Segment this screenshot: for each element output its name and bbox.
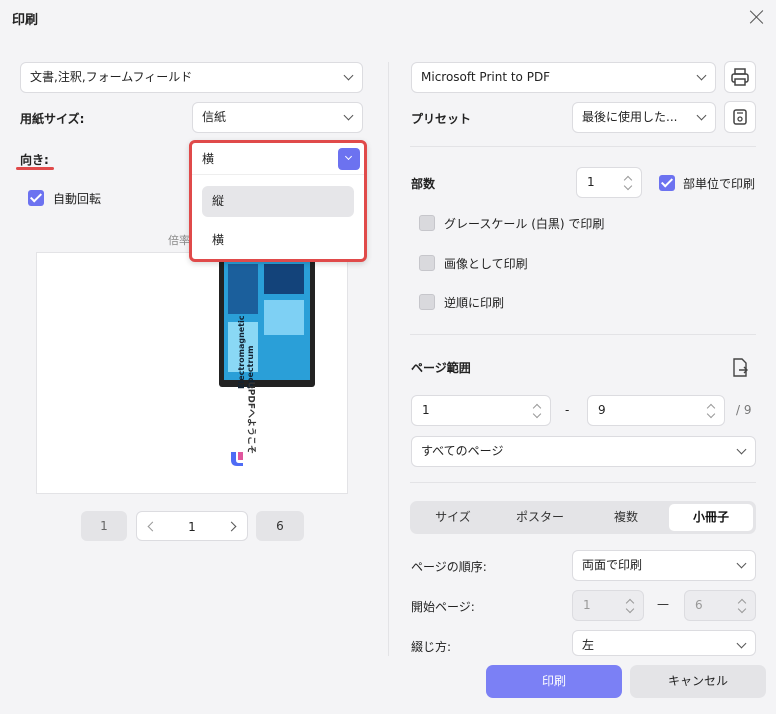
layout-tabs: サイズ ポスター 複数 小冊子: [410, 501, 756, 534]
orientation-label: 向き:: [20, 153, 49, 167]
auto-rotate-checkbox[interactable]: [28, 190, 44, 206]
pager-first[interactable]: 1: [81, 511, 127, 541]
print-as-image-label: 画像として印刷: [444, 257, 528, 271]
collate-checkbox[interactable]: [659, 175, 675, 191]
save-preset-button[interactable]: [724, 101, 756, 133]
range-total: / 9: [736, 403, 752, 417]
binding-select[interactable]: 左: [572, 630, 756, 656]
grayscale-checkbox[interactable]: [419, 215, 435, 231]
divider: [410, 482, 756, 483]
start-to-stepper[interactable]: 6: [684, 590, 756, 621]
chevron-down-icon: [737, 604, 747, 614]
preset-label: プリセット: [411, 112, 472, 126]
orientation-select[interactable]: 横: [192, 143, 364, 175]
page-order-value: 両面で印刷: [582, 558, 643, 572]
orientation-dropdown-panel: 横 縦 横: [189, 140, 367, 262]
printer-properties-button[interactable]: [724, 61, 756, 93]
reverse-order-checkbox[interactable]: [419, 294, 435, 310]
save-icon: [733, 109, 747, 125]
chevron-down-icon[interactable]: [532, 409, 542, 419]
orientation-label-underline: [16, 167, 54, 170]
orientation-option-landscape[interactable]: 横: [202, 225, 354, 256]
close-icon[interactable]: [748, 8, 766, 26]
collate-label: 部単位で印刷: [683, 177, 756, 191]
content-select[interactable]: 文書,注釈,フォームフィールド: [20, 62, 363, 93]
start-page-label: 開始ページ:: [411, 600, 475, 614]
tab-booklet[interactable]: 小冊子: [669, 504, 753, 531]
chevron-down-icon: [736, 558, 747, 569]
preview-page-image: Electromagnetic Spectrum: [224, 258, 310, 389]
preview-device-frame: Electromagnetic Spectrum: [219, 253, 315, 389]
divider: [410, 334, 756, 335]
chevron-down-icon[interactable]: [706, 409, 716, 419]
chevron-down-icon: [736, 638, 747, 649]
page-order-label: ページの順序:: [411, 560, 487, 574]
pager-last[interactable]: 6: [256, 511, 304, 541]
auto-rotate-label: 自動回転: [53, 192, 102, 206]
binding-value: 左: [582, 638, 595, 652]
paper-size-label: 用紙サイズ:: [20, 112, 85, 126]
cancel-button[interactable]: キャンセル: [630, 665, 766, 698]
orientation-value: 横: [202, 152, 215, 166]
orientation-option-portrait[interactable]: 縦: [202, 186, 354, 217]
binding-label: 綴じ方:: [411, 640, 452, 654]
chevron-down-icon: [344, 152, 353, 161]
preview-banner: Electromagnetic Spectrum: [237, 315, 255, 389]
chevron-down-icon[interactable]: [623, 181, 633, 191]
reverse-order-label: 逆順に印刷: [444, 296, 505, 310]
page-order-select[interactable]: 両面で印刷: [572, 550, 756, 581]
preset-value: 最後に使用した...: [582, 110, 678, 124]
range-separator: -: [565, 403, 570, 417]
chevron-left-icon[interactable]: [147, 521, 158, 532]
chevron-down-icon: [343, 70, 354, 81]
paper-size-select[interactable]: 信紙: [192, 102, 363, 133]
range-subset-value: すべてのページ: [421, 444, 504, 458]
column-divider: [388, 62, 389, 656]
grayscale-label: グレースケール (白黒) で印刷: [444, 217, 605, 231]
print-as-image-checkbox[interactable]: [419, 255, 435, 271]
divider: [410, 146, 756, 147]
pager-current-group: 1: [136, 511, 248, 541]
chevron-down-icon: [736, 444, 747, 455]
start-from-stepper[interactable]: 1: [572, 590, 644, 621]
preset-select[interactable]: 最後に使用した...: [572, 102, 716, 133]
tab-multiple[interactable]: 複数: [586, 504, 666, 531]
range-to-value: 9: [598, 403, 606, 417]
tab-size[interactable]: サイズ: [413, 504, 493, 531]
chevron-down-icon: [343, 110, 354, 121]
printer-value: Microsoft Print to PDF: [421, 70, 551, 84]
content-select-value: 文書,注釈,フォームフィールド: [30, 70, 193, 84]
chevron-down-icon: [696, 110, 707, 121]
start-to-value: 6: [695, 598, 703, 612]
copies-label: 部数: [411, 177, 436, 191]
updf-logo-icon: [227, 449, 247, 469]
scale-label: 倍率: [168, 234, 190, 247]
chevron-down-icon: [696, 70, 707, 81]
tab-poster[interactable]: ポスター: [498, 504, 582, 531]
copies-value: 1: [587, 175, 595, 189]
preview-welcome-text: UPDFへようこそ: [245, 381, 256, 455]
pager-current[interactable]: 1: [188, 520, 196, 534]
page-range-icon[interactable]: [730, 357, 750, 379]
range-subset-select[interactable]: すべてのページ: [411, 436, 756, 467]
print-button[interactable]: 印刷: [486, 665, 622, 698]
range-to-stepper[interactable]: 9: [587, 395, 725, 426]
dropdown-toggle-button[interactable]: [338, 148, 360, 170]
paper-size-value: 信紙: [202, 110, 227, 124]
copies-stepper[interactable]: 1: [576, 167, 642, 198]
chevron-down-icon: [625, 604, 635, 614]
printer-select[interactable]: Microsoft Print to PDF: [411, 62, 716, 93]
print-preview: Electromagnetic Spectrum UPDFへようこそ: [36, 252, 348, 494]
printer-icon: [731, 68, 749, 86]
dialog-title: 印刷: [12, 13, 39, 28]
range-from-value: 1: [422, 403, 430, 417]
start-from-value: 1: [583, 598, 591, 612]
page-range-label: ページ範囲: [411, 361, 471, 375]
chevron-right-icon[interactable]: [226, 521, 237, 532]
start-separator: —: [657, 597, 669, 611]
print-dialog: 印刷 文書,注釈,フォームフィールド 用紙サイズ: 信紙 向き: 自動回転 倍率…: [0, 0, 776, 714]
range-from-stepper[interactable]: 1: [411, 395, 551, 426]
